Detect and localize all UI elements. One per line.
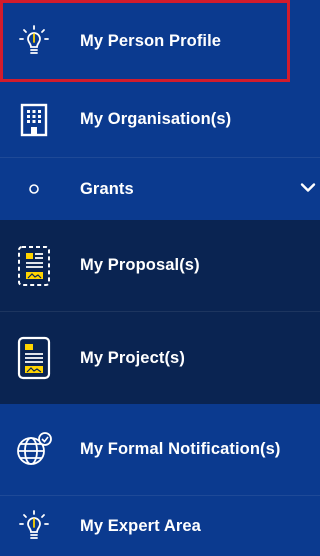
chevron-down-icon[interactable] xyxy=(300,180,316,199)
menu-item-my-person-profile[interactable]: My Person Profile xyxy=(0,0,320,82)
side-menu: My Person Profile My Organisation(s) Gra… xyxy=(0,0,320,556)
lightbulb-icon xyxy=(12,25,56,57)
building-icon xyxy=(12,103,56,137)
menu-item-my-proposals[interactable]: My Proposal(s) xyxy=(0,220,320,312)
menu-item-my-expert-area[interactable]: My Expert Area xyxy=(0,496,320,556)
menu-item-label: Grants xyxy=(80,179,134,198)
menu-item-label: My Formal Notification(s) xyxy=(80,440,281,458)
lightbulb-icon xyxy=(12,510,56,542)
menu-item-my-organisations[interactable]: My Organisation(s) xyxy=(0,82,320,158)
menu-item-label: My Project(s) xyxy=(80,348,185,367)
globe-notification-icon xyxy=(12,431,56,469)
menu-item-label: My Organisation(s) xyxy=(80,110,232,128)
menu-item-label: My Proposal(s) xyxy=(80,256,200,274)
menu-item-grants[interactable]: Grants xyxy=(0,158,320,220)
circle-bullet-icon xyxy=(12,183,56,195)
proposal-document-icon xyxy=(12,245,56,287)
menu-item-label: My Expert Area xyxy=(80,516,201,535)
menu-item-my-projects[interactable]: My Project(s) xyxy=(0,312,320,404)
menu-item-my-formal-notifications[interactable]: My Formal Notification(s) xyxy=(0,404,320,496)
menu-item-label: My Person Profile xyxy=(80,31,222,50)
project-document-icon xyxy=(12,336,56,380)
